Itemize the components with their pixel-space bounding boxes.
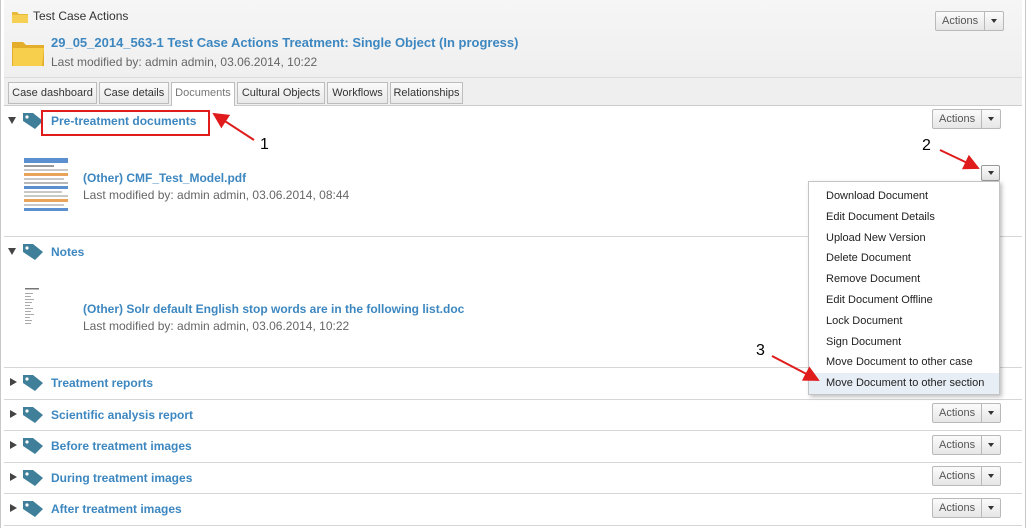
annotation-highlight-box xyxy=(41,110,210,136)
chevron-down-icon xyxy=(982,110,1000,128)
section-actions-button[interactable]: Actions xyxy=(932,435,1002,455)
section-label[interactable]: Treatment reports xyxy=(51,376,153,390)
callout-number-3: 3 xyxy=(756,342,765,359)
document-title-link[interactable]: (Other) Solr default English stop words … xyxy=(83,302,464,316)
actions-label: Actions xyxy=(933,110,983,128)
menu-item-move-to-other-case[interactable]: Move Document to other case xyxy=(809,352,999,373)
section-header[interactable]: Before treatment images xyxy=(4,431,1022,461)
tag-icon xyxy=(23,470,43,486)
case-title[interactable]: 29_05_2014_563-1 Test Case Actions Treat… xyxy=(51,35,518,50)
chevron-down-icon xyxy=(982,467,1000,485)
document-thumbnail[interactable] xyxy=(22,285,70,343)
menu-item-move-to-other-section[interactable]: Move Document to other section xyxy=(809,373,999,394)
folder-icon xyxy=(12,12,28,23)
expand-icon[interactable] xyxy=(10,504,17,512)
section-label[interactable]: Scientific analysis report xyxy=(51,408,193,422)
document-thumbnail[interactable] xyxy=(22,156,70,214)
menu-item-remove-document[interactable]: Remove Document xyxy=(809,269,999,290)
menu-item-edit-document-offline[interactable]: Edit Document Offline xyxy=(809,290,999,311)
section-before-treatment-images: Before treatment images Actions xyxy=(4,431,1022,463)
document-title-link[interactable]: (Other) CMF_Test_Model.pdf xyxy=(83,171,246,185)
actions-label: Actions xyxy=(933,404,983,422)
expand-icon[interactable] xyxy=(10,410,17,418)
section-actions-button[interactable]: Actions xyxy=(932,466,1002,486)
tab-cultural-objects[interactable]: Cultural Objects xyxy=(237,82,325,104)
tag-icon xyxy=(23,407,43,423)
section-label[interactable]: After treatment images xyxy=(51,502,182,516)
section-scientific-analysis-report: Scientific analysis report Actions xyxy=(4,400,1022,431)
collapse-icon[interactable] xyxy=(8,117,16,124)
section-actions-button[interactable]: Actions xyxy=(932,403,1002,423)
menu-item-lock-document[interactable]: Lock Document xyxy=(809,311,999,332)
chevron-down-icon xyxy=(982,436,1000,454)
tag-icon xyxy=(23,244,43,260)
section-header[interactable]: After treatment images xyxy=(4,494,1022,524)
tab-workflows[interactable]: Workflows xyxy=(327,82,388,104)
tab-bar: Case dashboard Case details Documents Cu… xyxy=(4,78,1022,106)
collapse-icon[interactable] xyxy=(8,248,16,255)
section-header[interactable]: During treatment images xyxy=(4,463,1022,493)
expand-icon[interactable] xyxy=(10,378,17,386)
actions-label: Actions xyxy=(933,499,983,517)
tag-icon xyxy=(23,501,43,517)
menu-item-sign-document[interactable]: Sign Document xyxy=(809,332,999,353)
chevron-down-icon xyxy=(985,12,1003,30)
actions-label: Actions xyxy=(933,467,983,485)
chevron-down-icon xyxy=(982,499,1000,517)
section-label[interactable]: Notes xyxy=(51,245,84,259)
tab-case-details[interactable]: Case details xyxy=(99,82,169,104)
menu-item-delete-document[interactable]: Delete Document xyxy=(809,248,999,269)
section-label[interactable]: Before treatment images xyxy=(51,439,192,453)
expand-icon[interactable] xyxy=(10,473,17,481)
section-during-treatment-images: During treatment images Actions xyxy=(4,463,1022,494)
document-actions-menu: Download Document Edit Document Details … xyxy=(808,181,1000,395)
menu-item-edit-document-details[interactable]: Edit Document Details xyxy=(809,207,999,228)
section-header[interactable]: Scientific analysis report xyxy=(4,400,1022,430)
tab-case-dashboard[interactable]: Case dashboard xyxy=(8,82,97,104)
section-after-treatment-images: After treatment images Actions xyxy=(4,494,1022,526)
chevron-down-icon xyxy=(987,171,994,175)
tab-documents[interactable]: Documents xyxy=(171,82,235,106)
section-actions-button[interactable]: Actions xyxy=(932,109,1002,129)
document-last-modified: Last modified by: admin admin, 03.06.201… xyxy=(83,188,350,202)
menu-item-upload-new-version[interactable]: Upload New Version xyxy=(809,228,999,249)
expand-icon[interactable] xyxy=(10,441,17,449)
tab-relationships[interactable]: Relationships xyxy=(390,82,463,104)
folder-large-icon xyxy=(12,42,44,66)
section-label[interactable]: During treatment images xyxy=(51,471,192,485)
tag-icon xyxy=(23,375,43,391)
callout-number-2: 2 xyxy=(922,137,931,154)
document-actions-dropdown-button[interactable] xyxy=(981,165,1000,181)
case-actions-button[interactable]: Actions xyxy=(935,11,1005,31)
case-last-modified: Last modified by: admin admin, 03.06.201… xyxy=(51,55,318,69)
chevron-down-icon xyxy=(982,404,1000,422)
case-header: Test Case Actions 29_05_2014_563-1 Test … xyxy=(4,0,1022,78)
actions-label: Actions xyxy=(933,436,983,454)
callout-number-1: 1 xyxy=(260,136,269,153)
section-actions-button[interactable]: Actions xyxy=(932,498,1002,518)
actions-label: Actions xyxy=(936,12,986,30)
tag-icon xyxy=(23,438,43,454)
menu-item-download-document[interactable]: Download Document xyxy=(809,186,999,207)
document-last-modified: Last modified by: admin admin, 03.06.201… xyxy=(83,319,350,333)
breadcrumb: Test Case Actions xyxy=(33,9,129,23)
